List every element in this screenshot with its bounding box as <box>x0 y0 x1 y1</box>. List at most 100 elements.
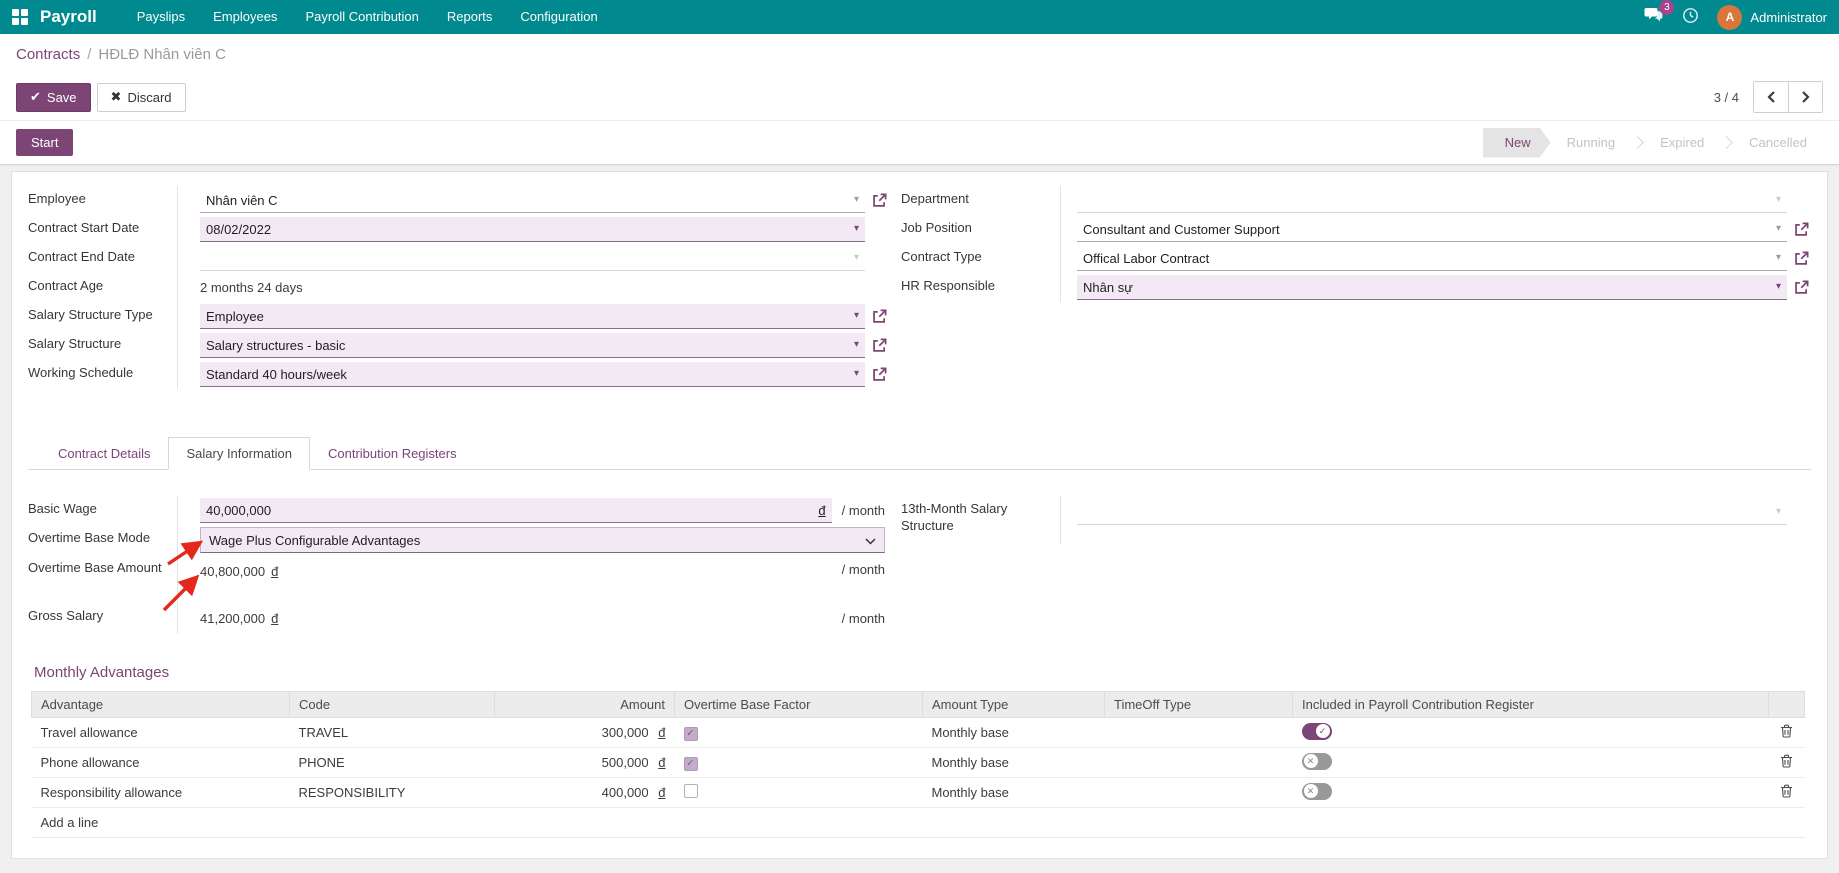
external-link-icon[interactable] <box>872 309 889 324</box>
advantage-row-travel[interactable]: Travel allowance TRAVEL 300,000 đ ✓ Mont… <box>31 717 1805 748</box>
trash-icon[interactable] <box>1780 754 1793 771</box>
step-separator-icon <box>1631 136 1644 149</box>
pager-next-button[interactable] <box>1788 82 1822 112</box>
column-timeoff-type[interactable]: TimeOff Type <box>1104 691 1293 718</box>
dropdown-caret-icon[interactable]: ▾ <box>1770 507 1781 517</box>
status-step-new[interactable]: New <box>1483 128 1551 158</box>
job-position-field[interactable]: Consultant and Customer Support ▾ <box>1077 217 1787 242</box>
menu-employees[interactable]: Employees <box>199 0 291 34</box>
activities-button[interactable] <box>1682 7 1699 27</box>
chevron-left-icon <box>1766 91 1775 103</box>
column-included-in-register[interactable]: Included in Payroll Contribution Registe… <box>1291 691 1770 718</box>
currency-symbol: đ <box>658 785 666 800</box>
trash-icon[interactable] <box>1780 724 1793 741</box>
page-background: Employee Nhân viên C ▾ Contract Start Da… <box>0 165 1839 873</box>
status-steps: New Running Expired Cancelled <box>1483 128 1823 158</box>
dropdown-caret-icon[interactable]: ▾ <box>1770 224 1781 234</box>
dropdown-caret-icon[interactable]: ▾ <box>848 195 859 205</box>
contract-start-date-field[interactable]: 08/02/2022 ▾ <box>200 217 865 242</box>
advantage-row-phone[interactable]: Phone allowance PHONE 500,000 đ ✓ Monthl… <box>31 747 1805 778</box>
column-overtime-base-factor[interactable]: Overtime Base Factor <box>674 691 923 718</box>
contract-age-value: 2 months 24 days <box>200 280 303 295</box>
column-amount-type[interactable]: Amount Type <box>922 691 1105 718</box>
discard-button[interactable]: ✖ Discard <box>96 82 186 112</box>
pager-previous-button[interactable] <box>1754 82 1788 112</box>
dropdown-caret-icon[interactable]: ▾ <box>848 311 859 321</box>
external-link-icon[interactable] <box>872 367 889 382</box>
column-amount[interactable]: Amount <box>494 691 675 718</box>
breadcrumb-current: HĐLĐ Nhân viên C <box>98 45 226 63</box>
overtime-base-mode-select[interactable]: Wage Plus Configurable Advantages <box>200 527 885 553</box>
currency-symbol: đ <box>658 755 666 770</box>
column-code[interactable]: Code <box>289 691 495 718</box>
included-in-register-toggle[interactable]: ✕ <box>1301 752 1332 770</box>
trash-icon[interactable] <box>1780 784 1793 801</box>
start-button[interactable]: Start <box>16 129 74 156</box>
overtime-base-factor-checkbox[interactable]: ✓ <box>683 726 698 741</box>
salary-structure-field[interactable]: Salary structures - basic ▾ <box>200 333 865 358</box>
status-step-expired[interactable]: Expired <box>1644 128 1720 158</box>
dropdown-caret-icon[interactable]: ▾ <box>848 224 859 234</box>
save-button[interactable]: ✔ Save <box>16 82 91 112</box>
contract-form-sheet: Employee Nhân viên C ▾ Contract Start Da… <box>11 171 1828 859</box>
contract-end-date-field[interactable]: ▾ <box>200 246 865 271</box>
included-in-register-toggle[interactable]: ✓ <box>1301 722 1332 740</box>
apps-grid-icon[interactable] <box>12 9 28 25</box>
dropdown-caret-icon[interactable]: ▾ <box>848 340 859 350</box>
user-menu[interactable]: A Administrator <box>1717 4 1827 30</box>
top-navbar: Payroll Payslips Employees Payroll Contr… <box>0 0 1839 34</box>
contract-age-label: Contract Age <box>28 278 104 293</box>
add-a-line-link[interactable]: Add a line <box>31 807 1805 838</box>
status-step-cancelled[interactable]: Cancelled <box>1733 128 1823 158</box>
x-icon: ✖ <box>110 89 122 104</box>
job-position-label: Job Position <box>901 220 972 235</box>
overtime-base-factor-checkbox[interactable] <box>683 784 698 798</box>
external-link-icon[interactable] <box>1794 280 1811 295</box>
tab-contribution-registers[interactable]: Contribution Registers <box>310 437 475 470</box>
overtime-base-mode-label: Overtime Base Mode <box>28 530 151 545</box>
menu-reports[interactable]: Reports <box>433 0 507 34</box>
tab-salary-information[interactable]: Salary Information <box>168 437 310 470</box>
check-icon: ✔ <box>30 89 41 104</box>
external-link-icon[interactable] <box>872 193 889 208</box>
department-field[interactable]: ▾ <box>1077 188 1787 213</box>
messages-button[interactable]: 3 <box>1644 0 1675 27</box>
dropdown-caret-icon[interactable]: ▾ <box>1770 195 1781 205</box>
column-advantage[interactable]: Advantage <box>31 691 290 718</box>
hr-responsible-field[interactable]: Nhân sự ▾ <box>1077 275 1787 300</box>
advantage-row-responsibility[interactable]: Responsibility allowance RESPONSIBILITY … <box>31 777 1805 808</box>
dropdown-caret-icon[interactable]: ▾ <box>848 369 859 379</box>
menu-payroll-contribution[interactable]: Payroll Contribution <box>291 0 432 34</box>
monthly-advantages-table: Advantage Code Amount Overtime Base Fact… <box>31 691 1806 838</box>
external-link-icon[interactable] <box>872 338 889 353</box>
table-header-row: Advantage Code Amount Overtime Base Fact… <box>31 691 1806 718</box>
tab-contract-details[interactable]: Contract Details <box>40 437 168 470</box>
contract-type-field[interactable]: Offical Labor Contract ▾ <box>1077 246 1787 271</box>
salary-structure-label: Salary Structure <box>28 336 122 351</box>
step-separator-icon <box>1720 136 1734 149</box>
monthly-advantages-title: Monthly Advantages <box>34 664 170 681</box>
basic-wage-input[interactable]: 40,000,000 ▾ đ <box>200 498 832 523</box>
app-brand[interactable]: Payroll <box>40 7 97 27</box>
avatar: A <box>1717 4 1743 30</box>
dropdown-caret-icon[interactable]: ▾ <box>848 253 859 263</box>
menu-configuration[interactable]: Configuration <box>506 0 611 34</box>
dropdown-caret-icon[interactable]: ▾ <box>1770 282 1781 292</box>
menu-payslips[interactable]: Payslips <box>123 0 199 34</box>
dropdown-caret-icon[interactable]: ▾ <box>1770 253 1781 263</box>
thirteenth-month-structure-field[interactable]: ▾ <box>1077 500 1787 525</box>
currency-symbol: đ <box>271 611 279 626</box>
employee-field[interactable]: Nhân viên C ▾ <box>200 188 865 213</box>
working-schedule-field[interactable]: Standard 40 hours/week ▾ <box>200 362 865 387</box>
breadcrumb-contracts-link[interactable]: Contracts <box>16 46 80 63</box>
external-link-icon[interactable] <box>1794 251 1811 266</box>
overtime-base-factor-checkbox[interactable]: ✓ <box>683 756 698 771</box>
external-link-icon[interactable] <box>1794 222 1811 237</box>
included-in-register-toggle[interactable]: ✕ <box>1301 782 1332 800</box>
salary-structure-type-field[interactable]: Employee ▾ <box>200 304 865 329</box>
contract-end-date-label: Contract End Date <box>28 249 135 264</box>
currency-symbol: đ <box>658 725 666 740</box>
status-step-running[interactable]: Running <box>1551 128 1631 158</box>
gross-salary-value: 41,200,000 đ <box>200 611 279 626</box>
pager-count: 3 / 4 <box>1713 89 1739 105</box>
